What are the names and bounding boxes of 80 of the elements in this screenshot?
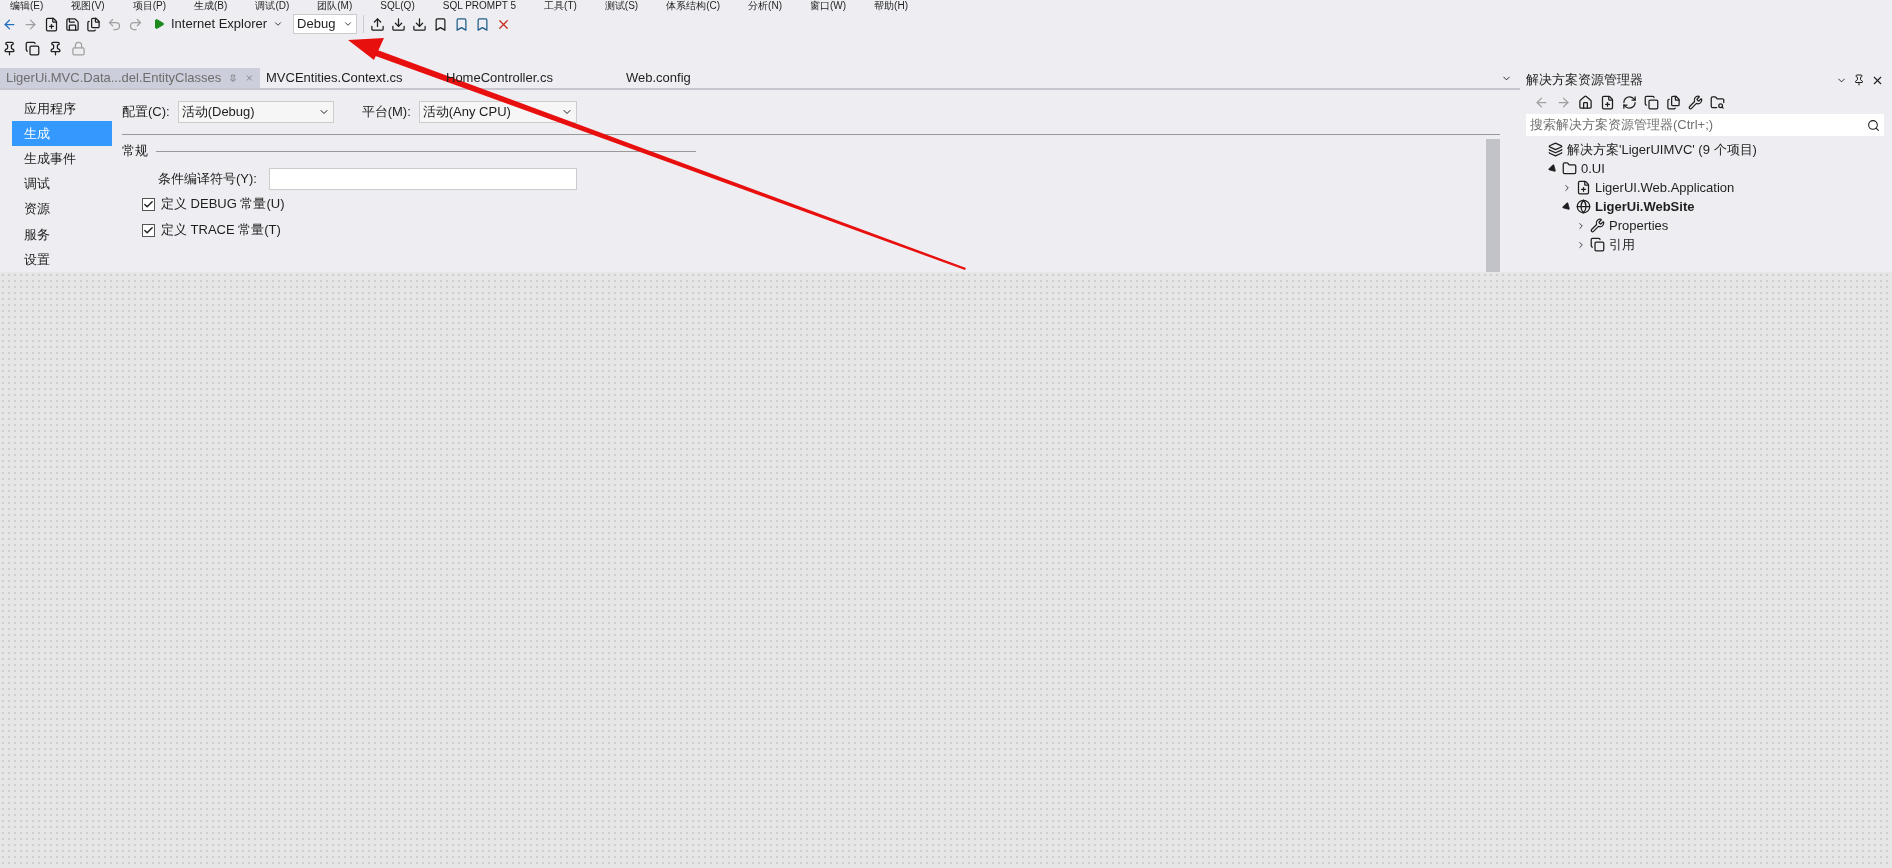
menu-item[interactable]: SQL(Q) (380, 0, 415, 12)
field-label: 条件编译符号(Y): (158, 170, 257, 189)
caret-icon (273, 19, 284, 29)
tree-item[interactable]: 解决方案'LigerUIMVC' (9 个项目) (1567, 139, 1757, 160)
references-icon[interactable] (1590, 237, 1605, 252)
nav-item[interactable]: 应用程序 (12, 96, 112, 122)
menu-item[interactable]: 团队(M) (317, 0, 353, 12)
field-label: 平台(M): (361, 103, 411, 122)
scrollbar[interactable] (1486, 139, 1500, 272)
pin-icon[interactable] (2, 40, 17, 56)
folder-search-icon[interactable] (1710, 94, 1725, 110)
document-tab[interactable]: MVCEntities.Context.cs (260, 68, 440, 88)
download-icon[interactable] (412, 16, 428, 32)
menu-item[interactable]: 调试(D) (255, 0, 290, 12)
publish-icon[interactable] (370, 16, 386, 32)
bookmark-icon[interactable] (433, 16, 449, 32)
window-icon[interactable] (25, 40, 40, 56)
checkbox[interactable] (142, 223, 155, 237)
wrench-icon[interactable] (1688, 94, 1703, 110)
tree-item[interactable]: 0.UI (1581, 158, 1605, 179)
refresh-icon[interactable] (1622, 94, 1637, 110)
menu-item[interactable]: 编辑(E) (10, 0, 44, 12)
configuration-select[interactable]: 活动(Debug) (177, 101, 334, 123)
bookmark-icon[interactable] (475, 16, 491, 32)
home-icon[interactable] (1578, 94, 1593, 110)
menu-item[interactable]: 测试(S) (604, 0, 639, 12)
tree-item[interactable]: Properties (1609, 215, 1669, 236)
symbols-input[interactable] (268, 168, 577, 190)
collapse-icon[interactable] (1644, 94, 1659, 110)
checkbox-label: 定义 TRACE 常量(T) (161, 221, 281, 240)
search-icon[interactable] (1867, 118, 1880, 132)
save-icon[interactable] (65, 16, 80, 32)
nav-item[interactable]: 调试 (12, 171, 112, 197)
menu-item[interactable]: 项目(P) (132, 0, 167, 12)
menu-item[interactable]: 生成(B) (194, 0, 228, 12)
new-project-icon[interactable] (44, 16, 59, 32)
csharp-project-icon[interactable] (1576, 180, 1591, 195)
menu-item[interactable]: 工具(T) (544, 0, 577, 12)
file-icon[interactable] (1600, 94, 1615, 110)
menu-item[interactable]: 窗口(W) (810, 0, 847, 12)
wrench-icon[interactable] (1590, 218, 1605, 233)
tree-item[interactable]: LigerUI.Web.Application (1595, 177, 1735, 198)
configuration-dropdown[interactable]: Debug (293, 14, 358, 34)
pin-icon[interactable] (1853, 74, 1865, 86)
document-tab[interactable]: Web.config (620, 68, 800, 88)
menu-item[interactable]: 分析(N) (748, 0, 782, 12)
menu-item[interactable]: 体系结构(C) (666, 0, 721, 12)
play-icon (153, 18, 165, 30)
menu-item[interactable]: 帮助(H) (874, 0, 908, 12)
check-icon (143, 198, 154, 210)
nav-item[interactable]: 设置 (12, 246, 112, 272)
save-all-icon[interactable] (86, 16, 101, 32)
download-icon[interactable] (391, 16, 407, 32)
section-heading: 常规 (122, 142, 148, 161)
back-icon[interactable] (2, 16, 17, 32)
menu-item[interactable]: SQL PROMPT 5 (442, 0, 517, 12)
panel-title: 解决方案资源管理器 (1526, 71, 1643, 90)
nav-item[interactable]: 生成事件 (12, 146, 112, 172)
nav-item[interactable]: 服务 (12, 221, 112, 247)
platform-select[interactable]: 活动(Any CPU) (418, 101, 577, 123)
tree-item[interactable]: 引用 (1609, 234, 1635, 255)
check-icon (143, 224, 154, 236)
run-button[interactable]: Internet Explorer (149, 14, 288, 34)
globe-icon[interactable] (1576, 199, 1591, 214)
bookmark-icon[interactable] (454, 16, 470, 32)
caret-icon (343, 19, 354, 29)
checkbox[interactable] (142, 197, 155, 211)
document-tab[interactable]: HomeController.cs (440, 68, 620, 88)
tree-item[interactable]: LigerUi.WebSite (1595, 196, 1695, 217)
checkbox-label: 定义 DEBUG 常量(U) (161, 195, 285, 214)
expanded-arrow-icon[interactable] (1547, 162, 1559, 175)
files-icon[interactable] (1666, 94, 1681, 110)
folder-icon[interactable] (1562, 161, 1577, 176)
search-field[interactable]: 搜索解决方案资源管理器(Ctrl+;) (1526, 114, 1884, 136)
nav-item[interactable]: 资源 (12, 196, 112, 222)
field-label: 配置(C): (122, 103, 170, 122)
menu-item[interactable]: 视图(V) (71, 0, 105, 12)
pin-icon[interactable] (48, 40, 63, 56)
solution-icon[interactable] (1548, 142, 1563, 157)
expanded-arrow-icon[interactable] (1561, 200, 1573, 213)
